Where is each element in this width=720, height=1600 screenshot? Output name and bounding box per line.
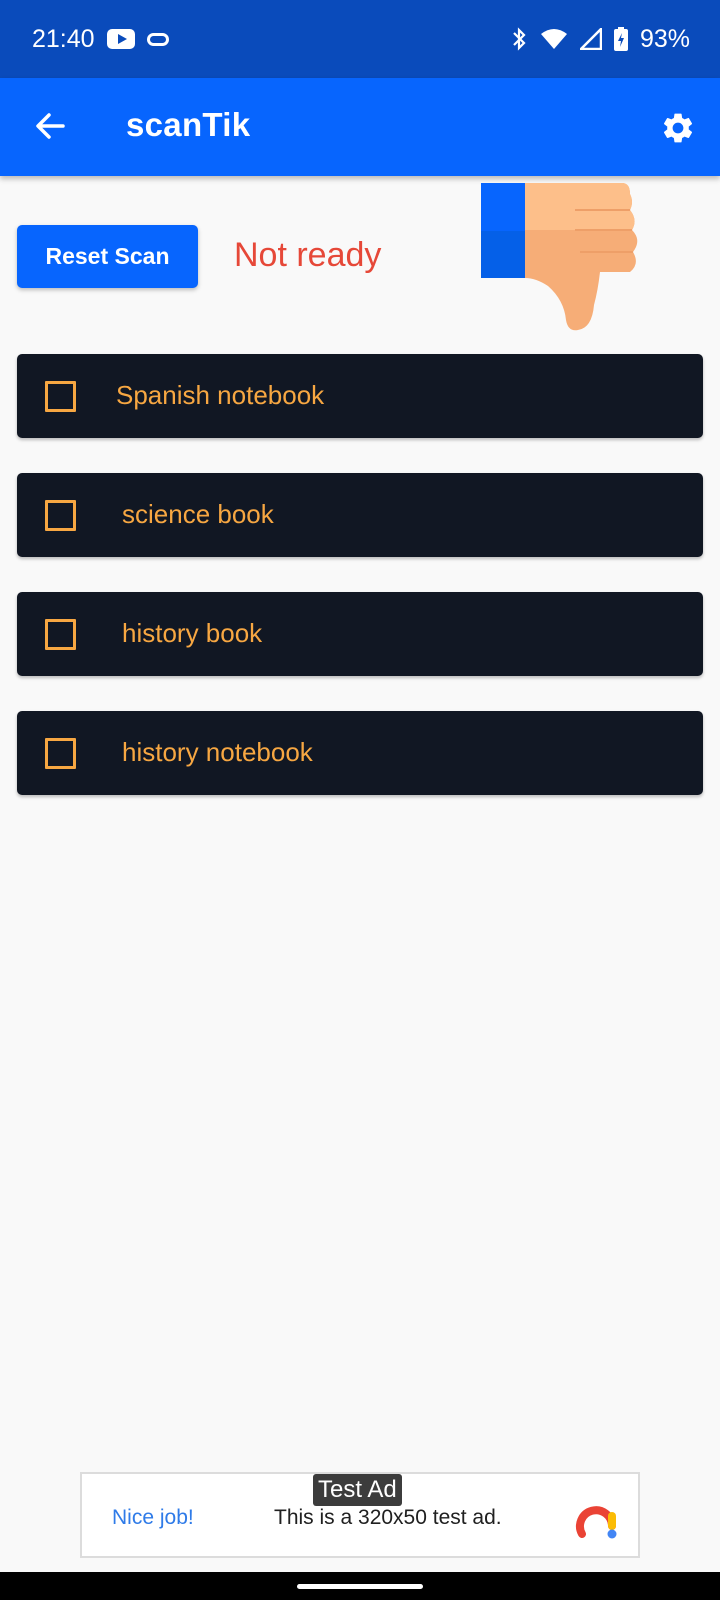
settings-button[interactable]: [658, 108, 698, 148]
status-right: 93%: [510, 25, 690, 54]
navigation-bar: [0, 1572, 720, 1600]
gear-icon: [663, 113, 693, 143]
arrow-back-icon: [36, 113, 65, 139]
list-item[interactable]: science book: [17, 473, 703, 557]
home-handle[interactable]: [297, 1584, 423, 1589]
item-label: Spanish notebook: [116, 380, 325, 410]
ad-text: This is a 320x50 test ad.: [274, 1506, 502, 1529]
status-left: 21:40: [32, 25, 169, 54]
checkbox[interactable]: [45, 381, 76, 412]
battery-icon: [613, 27, 628, 51]
list-item[interactable]: history notebook: [17, 711, 703, 795]
battery-level: 93%: [639, 24, 690, 53]
app-bar: scanTik: [0, 78, 720, 176]
back-button[interactable]: [32, 108, 68, 144]
clock: 21:40: [32, 24, 95, 53]
thumbs-down-icon: [481, 183, 638, 331]
status-text: Not ready: [234, 236, 382, 274]
wifi-icon: [540, 29, 567, 49]
bluetooth-icon: [513, 27, 526, 51]
youtube-icon: [106, 29, 135, 49]
notification-icon: [146, 32, 169, 46]
checkbox[interactable]: [45, 738, 76, 769]
admob-logo-icon: [576, 1506, 617, 1539]
list-item[interactable]: Spanish notebook: [17, 354, 703, 438]
test-ad-badge: Test Ad: [313, 1474, 402, 1506]
checkbox[interactable]: [45, 500, 76, 531]
ad-headline[interactable]: Nice job!: [112, 1506, 194, 1530]
reset-scan-button[interactable]: Reset Scan: [17, 225, 198, 288]
list-item[interactable]: history book: [17, 592, 703, 676]
page-title: scanTik: [126, 106, 251, 143]
item-label: history book: [122, 618, 263, 648]
item-label: history notebook: [122, 737, 313, 767]
status-bar: 21:40 93%: [0, 0, 720, 78]
signal-icon: [579, 28, 602, 50]
item-label: science book: [122, 499, 274, 529]
checkbox[interactable]: [45, 619, 76, 650]
